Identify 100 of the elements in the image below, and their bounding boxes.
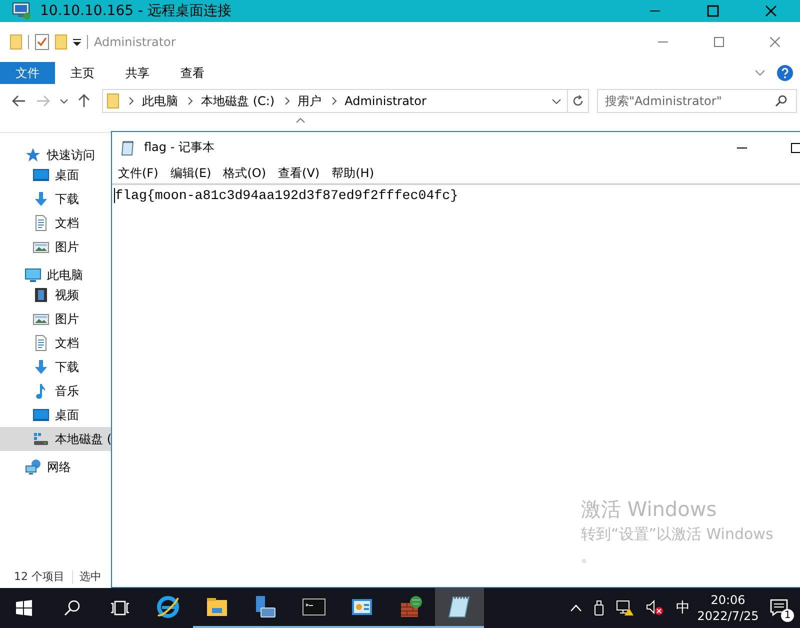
maximize-icon bbox=[707, 5, 719, 17]
nav-label: 文档 bbox=[55, 334, 79, 352]
item-count: 12 个项目 bbox=[14, 569, 64, 584]
nav-item[interactable]: 桌面 bbox=[0, 403, 111, 427]
search-icon bbox=[64, 600, 80, 616]
clock[interactable]: 20:06 2022/7/25 bbox=[696, 592, 760, 624]
nav-label: 快速访问 bbox=[47, 146, 95, 164]
speech-bubble-icon bbox=[770, 599, 790, 617]
menu-item[interactable]: 帮助(H) bbox=[332, 164, 374, 182]
close-icon bbox=[770, 37, 780, 47]
nav-item[interactable]: 音乐 bbox=[0, 379, 111, 403]
chevron-right-icon[interactable] bbox=[332, 97, 337, 105]
nav-label: 图片 bbox=[55, 238, 79, 256]
refresh-button[interactable] bbox=[567, 89, 589, 113]
window-title: Administrator bbox=[94, 35, 176, 49]
up-icon[interactable] bbox=[78, 94, 90, 108]
nav-label: 桌面 bbox=[55, 166, 79, 184]
volume-muted-icon[interactable] bbox=[646, 600, 664, 616]
nav-label: 桌面 bbox=[55, 406, 79, 424]
input-method-button[interactable]: 中 bbox=[670, 599, 696, 617]
nav-item[interactable]: 下载 bbox=[0, 187, 111, 211]
nav-item[interactable]: 本地磁盘 ( bbox=[0, 427, 111, 451]
file-content: flag{moon-a81c3d94aa192d3f87ed9f2fffec04fc} bbox=[114, 188, 458, 203]
breadcrumb-item[interactable]: 用户 bbox=[298, 92, 322, 110]
breadcrumb-item[interactable]: Administrator bbox=[344, 94, 426, 108]
search-field[interactable]: 搜索"Administrator" bbox=[597, 89, 797, 113]
nav-label: 图片 bbox=[55, 310, 79, 328]
nav-label: 视频 bbox=[55, 286, 79, 304]
desktop-icon bbox=[33, 167, 49, 183]
star-icon bbox=[25, 147, 41, 163]
chevron-right-icon[interactable] bbox=[129, 97, 134, 105]
chevron-right-icon[interactable] bbox=[188, 97, 193, 105]
chevron-right-icon[interactable] bbox=[284, 97, 290, 105]
picture-icon bbox=[33, 239, 49, 255]
ribbon-tab[interactable]: 共享 bbox=[110, 62, 165, 84]
activation-title: 激活 Windows bbox=[581, 496, 718, 523]
nav-item[interactable]: 下载 bbox=[0, 355, 111, 379]
usb-drive-icon[interactable] bbox=[594, 600, 604, 616]
nav-item[interactable]: 文档 bbox=[0, 331, 111, 355]
refresh-icon bbox=[572, 95, 584, 107]
nav-label: 下载 bbox=[55, 358, 79, 376]
ribbon-tab[interactable]: 查看 bbox=[165, 62, 220, 84]
monitor-icon bbox=[12, 2, 32, 20]
back-icon[interactable] bbox=[12, 95, 26, 107]
explorer-icon bbox=[204, 595, 229, 619]
nav-label: 本地磁盘 ( bbox=[55, 430, 111, 448]
chevron-down-icon[interactable] bbox=[552, 98, 561, 104]
desktop-icon bbox=[33, 407, 49, 423]
chevron-down-icon[interactable] bbox=[60, 98, 68, 104]
dropdown-icon[interactable] bbox=[73, 38, 81, 46]
nav-item[interactable]: 网络 bbox=[0, 455, 111, 479]
notepad-icon bbox=[120, 140, 136, 156]
drive-icon bbox=[33, 431, 49, 447]
ribbon-tab[interactable]: 主页 bbox=[55, 62, 110, 84]
document-icon bbox=[33, 335, 49, 351]
menu-item[interactable]: 查看(V) bbox=[278, 164, 320, 182]
task-view-icon bbox=[110, 600, 130, 616]
notepad-taskbar-button[interactable] bbox=[435, 588, 484, 628]
pc-icon bbox=[25, 267, 41, 283]
window-title: flag - 记事本 bbox=[144, 139, 214, 156]
folder-icon bbox=[107, 93, 119, 109]
video-icon bbox=[33, 287, 49, 303]
nav-label: 文档 bbox=[55, 214, 79, 232]
download-icon bbox=[33, 359, 49, 375]
maximize-icon bbox=[791, 142, 800, 152]
checklist-icon[interactable] bbox=[35, 34, 49, 50]
menu-item[interactable]: 文件(F) bbox=[118, 164, 158, 182]
activation-text: 。 bbox=[581, 546, 597, 567]
windows-logo-icon bbox=[16, 600, 32, 616]
chevron-up-icon[interactable] bbox=[570, 604, 582, 612]
menu-item[interactable]: 格式(O) bbox=[223, 164, 266, 182]
notepad-icon bbox=[447, 595, 472, 619]
nav-label: 下载 bbox=[55, 190, 79, 208]
ribbon-tab[interactable]: 文件 bbox=[0, 62, 55, 84]
picture-icon bbox=[33, 311, 49, 327]
breadcrumb-item[interactable]: 本地磁盘 (C:) bbox=[201, 92, 275, 110]
close-icon bbox=[765, 5, 777, 17]
window-title: 10.10.10.165 - 远程桌面连接 bbox=[40, 2, 232, 20]
address-bar[interactable]: 此电脑 本地磁盘 (C:) 用户 Administrator bbox=[102, 89, 568, 113]
nav-label: 网络 bbox=[47, 458, 71, 476]
selection-count: 选中 bbox=[80, 569, 102, 584]
nav-item[interactable]: 图片 bbox=[0, 307, 111, 331]
nav-item[interactable]: 图片 bbox=[0, 235, 111, 259]
chevron-down-icon[interactable] bbox=[755, 70, 765, 76]
server-icon bbox=[253, 595, 278, 619]
document-icon bbox=[33, 215, 49, 231]
network-warning-icon[interactable] bbox=[616, 600, 634, 616]
breadcrumb-item[interactable]: 此电脑 bbox=[142, 92, 178, 110]
nav-item[interactable]: 文档 bbox=[0, 211, 111, 235]
network-icon bbox=[25, 459, 41, 475]
nav-label: 此电脑 bbox=[47, 266, 83, 284]
notification-button[interactable]: 1 bbox=[760, 588, 800, 628]
activation-text: 转到“设置”以激活 Windows bbox=[581, 524, 774, 545]
maximize-icon bbox=[714, 37, 724, 47]
help-icon[interactable] bbox=[777, 65, 793, 81]
download-icon bbox=[33, 191, 49, 207]
ie-icon bbox=[156, 595, 180, 619]
nav-label: 音乐 bbox=[55, 382, 79, 400]
menu-item[interactable]: 编辑(E) bbox=[170, 164, 212, 182]
notification-count: 1 bbox=[781, 609, 794, 622]
